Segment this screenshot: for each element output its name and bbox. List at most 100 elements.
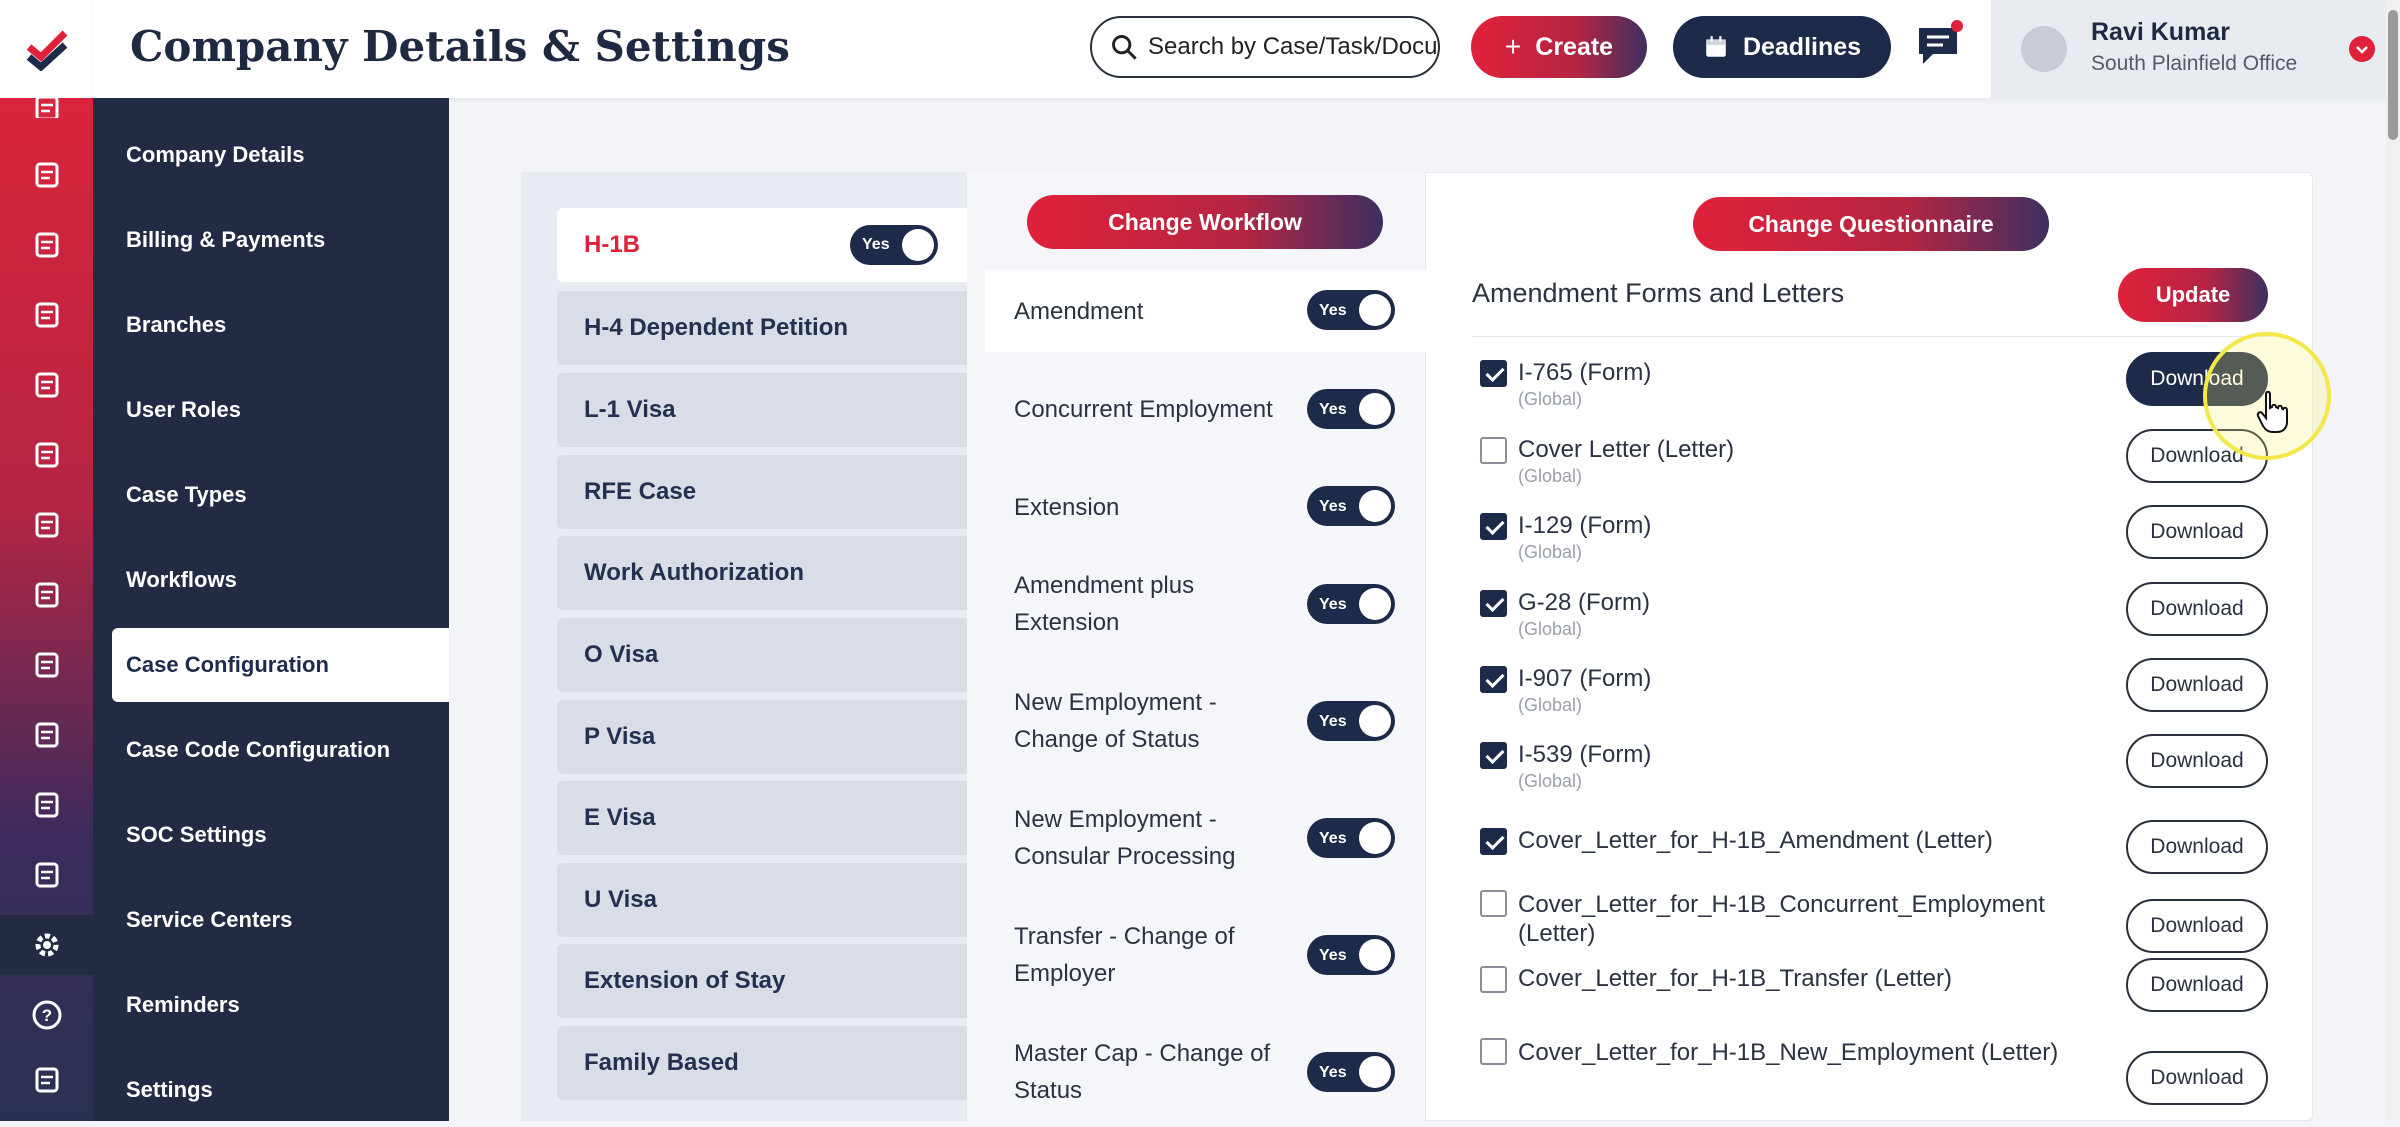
sidebar-item-label: Billing & Payments bbox=[126, 227, 326, 252]
form-checkbox[interactable] bbox=[1480, 966, 1507, 993]
workflow-item[interactable]: Transfer - Change of Employer Yes bbox=[985, 914, 1426, 996]
contact-icon[interactable] bbox=[0, 565, 93, 625]
workflow-item[interactable]: Concurrent Employment Yes bbox=[985, 368, 1426, 450]
scrollbar-thumb[interactable] bbox=[2388, 10, 2398, 140]
form-checkbox[interactable] bbox=[1480, 437, 1507, 464]
sidebar-item-case-code-configuration[interactable]: Case Code Configuration bbox=[126, 713, 449, 787]
change-workflow-button[interactable]: Change Workflow bbox=[1027, 195, 1383, 249]
sidebar-item-settings[interactable]: Settings bbox=[126, 1053, 449, 1127]
download-button[interactable]: Download bbox=[2126, 899, 2268, 953]
case-type-item[interactable]: H-4 Dependent Petition bbox=[557, 291, 967, 365]
gear-icon[interactable] bbox=[0, 915, 93, 975]
download-label: Download bbox=[2150, 597, 2244, 620]
download-button[interactable]: Download bbox=[2126, 582, 2268, 636]
create-button[interactable]: + Create bbox=[1471, 16, 1647, 78]
edit-icon[interactable] bbox=[0, 98, 93, 118]
book-icon[interactable] bbox=[0, 635, 93, 695]
user-menu[interactable]: Ravi Kumar South Plainfield Office bbox=[1991, 0, 2400, 98]
file-edit-icon[interactable] bbox=[0, 775, 93, 835]
download-button[interactable]: Download bbox=[2126, 958, 2268, 1012]
toggle-label: Yes bbox=[1319, 497, 1347, 515]
form-checkbox[interactable] bbox=[1480, 513, 1507, 540]
workflow-label: New Employment - Consular Processing bbox=[1014, 806, 1236, 870]
form-row: Cover_Letter_for_H-1B_New_Employment (Le… bbox=[1480, 1038, 2280, 1105]
sidebar-item-reminders[interactable]: Reminders bbox=[126, 968, 449, 1042]
download-label: Download bbox=[2150, 835, 2244, 858]
document-check-icon[interactable] bbox=[0, 145, 93, 205]
sidebar-item-label: SOC Settings bbox=[126, 822, 267, 847]
workflow-toggle[interactable]: Yes bbox=[1307, 818, 1395, 858]
calendar-icon[interactable] bbox=[0, 845, 93, 905]
page-scrollbar[interactable] bbox=[2386, 0, 2400, 1121]
workflow-item[interactable]: Master Cap - Change of Status Yes bbox=[985, 1031, 1426, 1113]
form-checkbox[interactable] bbox=[1480, 828, 1507, 855]
case-type-item[interactable]: O Visa bbox=[557, 618, 967, 692]
folder-icon[interactable] bbox=[0, 425, 93, 485]
workflow-item[interactable]: Extension Yes bbox=[985, 466, 1426, 548]
form-checkbox[interactable] bbox=[1480, 360, 1507, 387]
download-button[interactable]: Download bbox=[2126, 658, 2268, 712]
case-type-item[interactable]: Work Authorization bbox=[557, 536, 967, 610]
workflow-toggle[interactable]: Yes bbox=[1307, 486, 1395, 526]
form-name: Cover_Letter_for_H-1B_New_Employment (Le… bbox=[1518, 1039, 2059, 1066]
case-type-item[interactable]: U Visa bbox=[557, 863, 967, 937]
sidebar-item-branches[interactable]: Branches bbox=[126, 288, 449, 362]
note-icon[interactable] bbox=[0, 495, 93, 555]
case-type-item[interactable]: L-1 Visa bbox=[557, 373, 967, 447]
person-icon[interactable] bbox=[0, 355, 93, 415]
profile-card-icon[interactable] bbox=[0, 1050, 93, 1110]
case-type-item[interactable]: P Visa bbox=[557, 700, 967, 774]
search-placeholder: Search by Case/Task/Document bbox=[1148, 33, 1438, 60]
case-type-item[interactable]: Extension of Stay bbox=[557, 944, 967, 1018]
chat-icon[interactable] bbox=[1913, 20, 1965, 72]
download-button[interactable]: Download bbox=[2126, 734, 2268, 788]
form-checkbox[interactable] bbox=[1480, 742, 1507, 769]
sidebar-item-case-types[interactable]: Case Types bbox=[126, 458, 449, 532]
case-type-item[interactable]: E Visa bbox=[557, 781, 967, 855]
change-questionnaire-button[interactable]: Change Questionnaire bbox=[1693, 197, 2049, 251]
download-button[interactable]: Download bbox=[2126, 1051, 2268, 1105]
app-logo[interactable] bbox=[0, 0, 93, 98]
case-type-item[interactable]: RFE Case bbox=[557, 455, 967, 529]
team-icon[interactable] bbox=[0, 705, 93, 765]
user-icon[interactable] bbox=[0, 285, 93, 345]
form-scope: (Global) bbox=[1518, 542, 1583, 562]
case-type-label: H-4 Dependent Petition bbox=[584, 314, 849, 341]
search-input[interactable]: Search by Case/Task/Document bbox=[1090, 16, 1440, 78]
workflow-item[interactable]: New Employment - Change of Status Yes bbox=[985, 680, 1426, 762]
sidebar-item-user-roles[interactable]: User Roles bbox=[126, 373, 449, 447]
search-icon bbox=[1112, 35, 1137, 60]
workflow-toggle[interactable]: Yes bbox=[1307, 1052, 1395, 1092]
sidebar-item-workflows[interactable]: Workflows bbox=[126, 543, 449, 617]
workflow-label: New Employment - Change of Status bbox=[1014, 689, 1217, 753]
case-type-item[interactable]: H-1B Yes bbox=[557, 208, 967, 282]
workflow-toggle[interactable]: Yes bbox=[1307, 701, 1395, 741]
form-checkbox[interactable] bbox=[1480, 666, 1507, 693]
workflow-item[interactable]: Amendment Yes bbox=[985, 270, 1426, 352]
workflow-toggle[interactable]: Yes bbox=[1307, 584, 1395, 624]
chevron-down-icon[interactable] bbox=[2349, 36, 2375, 62]
update-button[interactable]: Update bbox=[2118, 268, 2268, 322]
workflow-label: Amendment bbox=[1014, 297, 1144, 325]
form-checkbox[interactable] bbox=[1480, 590, 1507, 617]
download-button[interactable]: Download bbox=[2126, 505, 2268, 559]
sidebar-item-soc-settings[interactable]: SOC Settings bbox=[126, 798, 449, 872]
download-button[interactable]: Download bbox=[2126, 820, 2268, 874]
deadlines-button[interactable]: Deadlines bbox=[1673, 16, 1891, 78]
workflow-toggle[interactable]: Yes bbox=[1307, 389, 1395, 429]
case-type-toggle[interactable]: Yes bbox=[850, 225, 938, 265]
sidebar-item-case-configuration[interactable]: Case Configuration bbox=[112, 628, 449, 702]
form-checkbox[interactable] bbox=[1480, 890, 1507, 917]
sidebar-item-service-centers[interactable]: Service Centers bbox=[126, 883, 449, 957]
deadlines-label: Deadlines bbox=[1742, 32, 1862, 61]
workflow-toggle[interactable]: Yes bbox=[1307, 290, 1395, 330]
workflow-item[interactable]: New Employment - Consular Processing Yes bbox=[985, 797, 1426, 879]
help-icon[interactable]: ? bbox=[0, 985, 93, 1045]
case-type-item[interactable]: Family Based bbox=[557, 1026, 967, 1100]
form-checkbox[interactable] bbox=[1480, 1038, 1507, 1065]
clipboard-icon[interactable] bbox=[0, 215, 93, 275]
workflow-toggle[interactable]: Yes bbox=[1307, 935, 1395, 975]
sidebar-item-billing-payments[interactable]: Billing & Payments bbox=[126, 203, 449, 277]
workflow-item[interactable]: Amendment plus Extension Yes bbox=[985, 563, 1426, 645]
sidebar-item-company-details[interactable]: Company Details bbox=[126, 118, 449, 192]
